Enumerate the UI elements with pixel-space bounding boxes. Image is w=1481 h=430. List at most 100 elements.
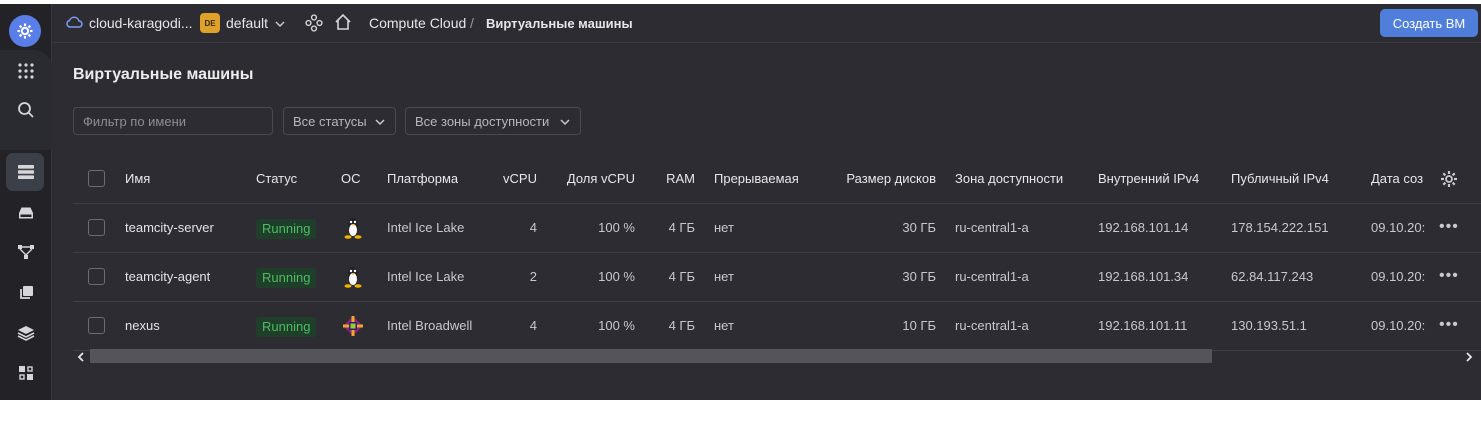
internal-ip: 192.168.101.11	[1098, 318, 1188, 333]
zone: ru-central1-a	[955, 269, 1029, 284]
vcpu: 2	[529, 269, 537, 284]
cloud-icon	[65, 15, 83, 34]
disk-size: 30 ГБ	[902, 269, 936, 284]
folder-badge: DE	[200, 13, 220, 33]
page-title: Виртуальные машины	[73, 66, 254, 83]
col-name[interactable]: Имя	[125, 155, 150, 203]
col-disk-size[interactable]: Размер дисков	[833, 155, 936, 203]
col-vcpu-share[interactable]: Доля vCPU	[553, 155, 635, 203]
col-os[interactable]: ОС	[341, 155, 361, 203]
ram: 4 ГБ	[668, 269, 695, 284]
preemptible: нет	[714, 318, 734, 333]
created-date: 09.10.20:	[1371, 318, 1426, 333]
breadcrumb-current: Виртуальные машины	[486, 16, 633, 31]
vcpu-share: 100 %	[598, 220, 635, 235]
col-ram[interactable]: RAM	[653, 155, 695, 203]
virtual-machines-icon[interactable]	[0, 154, 52, 190]
disk-size: 10 ГБ	[902, 318, 936, 333]
images-layers-icon[interactable]	[0, 315, 52, 351]
status-select-value: Все статусы	[293, 113, 367, 129]
status-badge: Running	[256, 267, 317, 288]
select-all-checkbox[interactable]	[88, 170, 105, 187]
public-ip: 62.84.117.243	[1231, 269, 1314, 284]
col-public-ip[interactable]: Публичный IPv4	[1231, 155, 1329, 203]
linux-tux-icon	[341, 265, 365, 294]
col-vcpu[interactable]: vCPU	[493, 155, 537, 203]
internal-ip: 192.168.101.34	[1098, 269, 1189, 284]
service-graph-icon[interactable]	[305, 14, 323, 37]
row-checkbox[interactable]	[88, 268, 105, 285]
left-rail	[0, 4, 52, 400]
zone-select[interactable]: Все зоны доступности	[405, 107, 581, 135]
col-status[interactable]: Статус	[256, 155, 297, 203]
vm-name[interactable]: nexus	[125, 302, 160, 350]
scroll-right-icon[interactable]	[1464, 350, 1474, 368]
table-row[interactable]: nexus Running Intel Broadwell 4 100 % 4 …	[73, 302, 1481, 351]
platform: Intel Ice Lake	[387, 269, 465, 284]
home-icon[interactable]	[334, 13, 352, 36]
col-zone[interactable]: Зона доступности	[955, 155, 1063, 203]
all-services-icon[interactable]	[0, 53, 52, 89]
status-badge: Running	[256, 218, 317, 239]
status-badge: Running	[256, 316, 317, 337]
horizontal-scrollbar[interactable]	[73, 347, 1481, 365]
scrollbar-thumb[interactable]	[90, 349, 1212, 363]
disks-icon[interactable]	[0, 195, 52, 231]
vcpu-share: 100 %	[598, 318, 635, 333]
zone: ru-central1-a	[955, 220, 1029, 235]
vm-name[interactable]: teamcity-server	[125, 204, 214, 252]
create-vm-button[interactable]: Создать ВМ	[1380, 9, 1478, 37]
breadcrumb-service[interactable]: Compute Cloud	[369, 15, 466, 31]
placement-groups-icon[interactable]	[0, 355, 52, 391]
search-icon[interactable]	[0, 92, 52, 128]
cloud-logo-icon[interactable]	[9, 15, 41, 47]
linux-tux-icon	[341, 216, 365, 245]
platform: Intel Broadwell	[387, 318, 473, 333]
row-checkbox[interactable]	[88, 219, 105, 236]
created-date: 09.10.20:	[1371, 220, 1426, 235]
zone: ru-central1-a	[955, 318, 1029, 333]
disk-size: 30 ГБ	[902, 220, 936, 235]
cloud-name-link[interactable]: cloud-karagodi...	[89, 15, 193, 31]
preemptible: нет	[714, 220, 734, 235]
top-bar: cloud-karagodi... DE default Compute Clo…	[53, 4, 1481, 43]
platform: Intel Ice Lake	[387, 220, 465, 235]
row-actions-icon[interactable]: •••	[1439, 316, 1459, 334]
row-actions-icon[interactable]: •••	[1439, 267, 1459, 285]
zone-select-value: Все зоны доступности	[415, 113, 550, 129]
ram: 4 ГБ	[668, 220, 695, 235]
vm-name[interactable]: teamcity-agent	[125, 253, 210, 301]
col-created[interactable]: Дата соз	[1371, 155, 1427, 203]
col-internal-ip[interactable]: Внутренний IPv4	[1098, 155, 1199, 203]
vcpu-share: 100 %	[598, 269, 635, 284]
row-checkbox[interactable]	[88, 317, 105, 334]
vcpu: 4	[529, 220, 537, 235]
instance-groups-icon[interactable]	[0, 234, 52, 270]
internal-ip: 192.168.101.14	[1098, 220, 1189, 235]
public-ip: 178.154.222.151	[1231, 220, 1329, 235]
name-filter-input[interactable]: Фильтр по имени	[73, 107, 273, 135]
table-row[interactable]: teamcity-agent Running Intel Ice Lake 2 …	[73, 253, 1481, 302]
chevron-down-icon[interactable]	[274, 17, 286, 35]
folder-name[interactable]: default	[226, 15, 268, 31]
settings-gear-icon[interactable]	[1440, 170, 1458, 193]
preemptible: нет	[714, 269, 734, 284]
app-window: cloud-karagodi... DE default Compute Clo…	[0, 4, 1481, 400]
scroll-left-icon[interactable]	[76, 350, 86, 368]
status-select[interactable]: Все статусы	[283, 107, 396, 135]
ram: 4 ГБ	[668, 318, 695, 333]
chevron-down-icon	[374, 116, 386, 131]
col-platform[interactable]: Платформа	[387, 155, 458, 203]
chevron-down-icon	[559, 116, 571, 131]
col-preemptible[interactable]: Прерываемая	[714, 155, 799, 203]
centos-icon	[341, 314, 365, 343]
created-date: 09.10.20:	[1371, 269, 1426, 284]
table-row[interactable]: teamcity-server Running Intel Ice Lake 4…	[73, 204, 1481, 253]
table-header-row: Имя Статус ОС Платформа vCPU Доля vCPU R…	[73, 155, 1481, 204]
public-ip: 130.193.51.1	[1231, 318, 1307, 333]
vcpu: 4	[529, 318, 537, 333]
name-filter-placeholder: Фильтр по имени	[83, 113, 187, 129]
breadcrumb-separator: /	[470, 15, 474, 31]
row-actions-icon[interactable]: •••	[1439, 218, 1459, 236]
snapshots-icon[interactable]	[0, 275, 52, 311]
